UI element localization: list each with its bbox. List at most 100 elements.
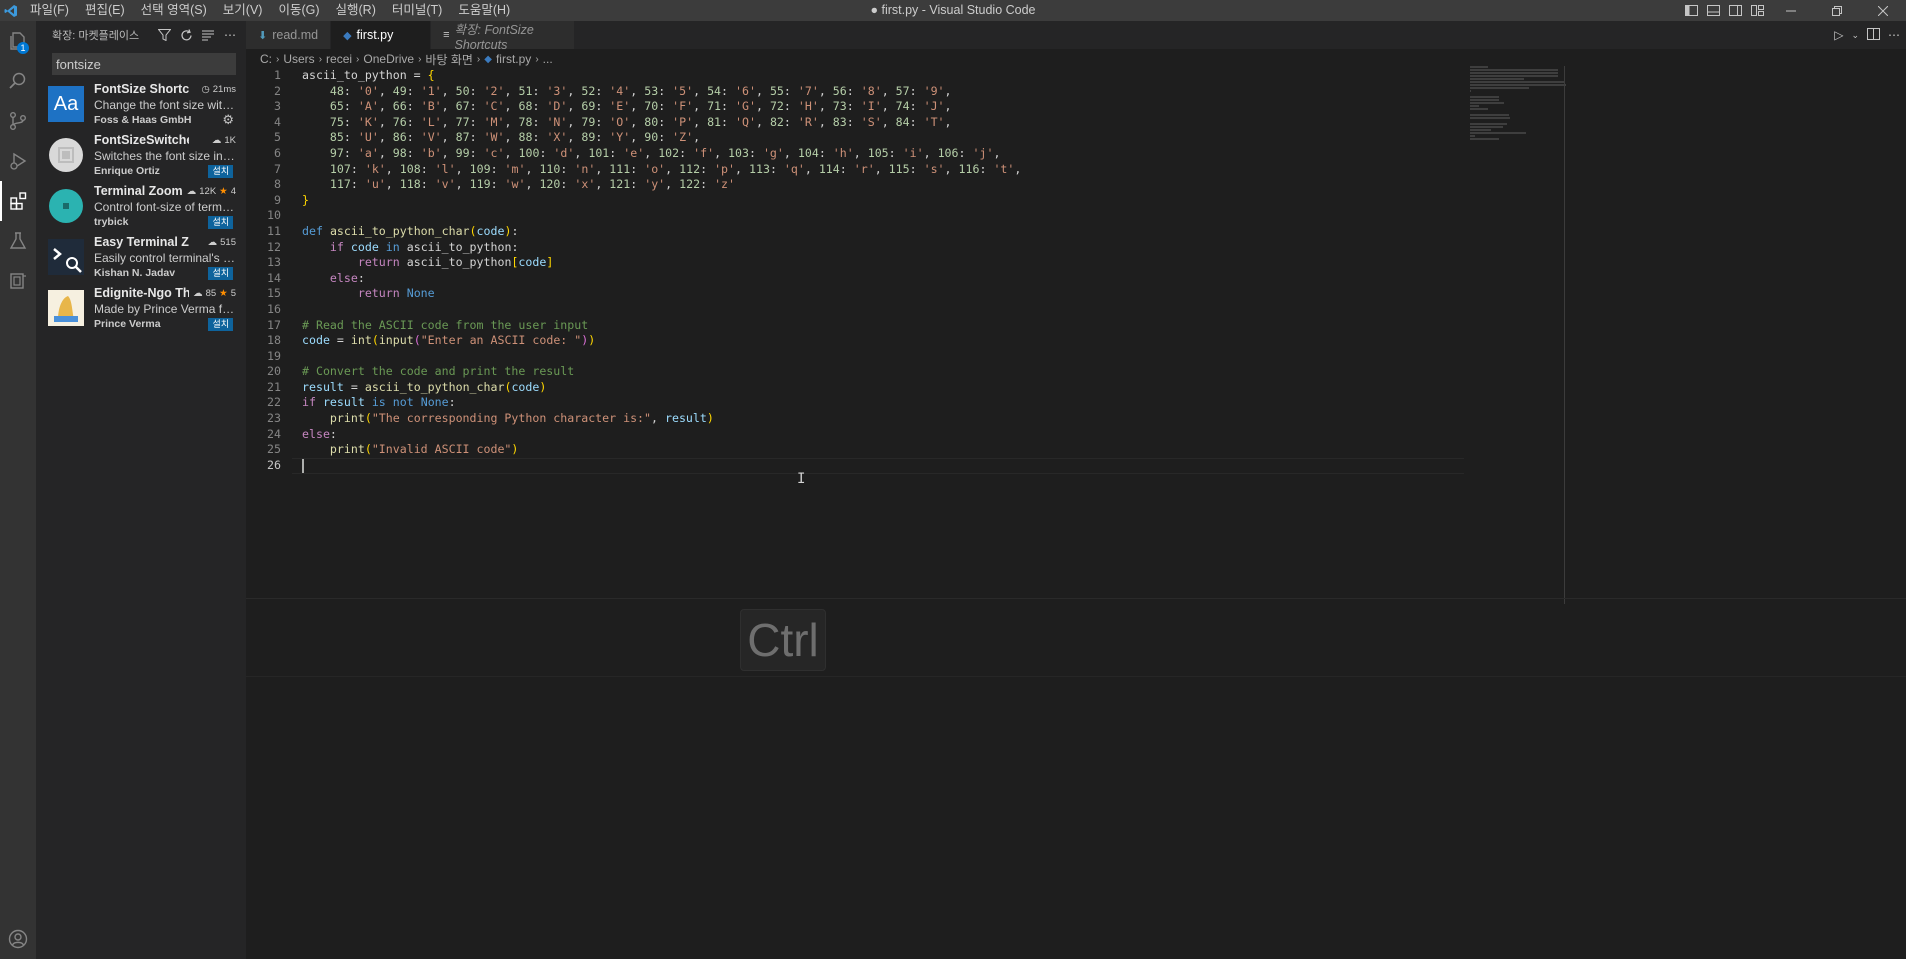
extension-search-box[interactable] xyxy=(52,53,236,75)
search-icon[interactable] xyxy=(0,61,36,101)
minimap-line xyxy=(1470,69,1559,71)
code-line[interactable]: 16 xyxy=(246,302,1716,318)
source-control-icon[interactable] xyxy=(0,101,36,141)
menu-item[interactable]: 파일(F) xyxy=(22,0,77,21)
extension-list-item[interactable]: Terminal Zoom ☁ 12K ★ 4 Control font-size of … xyxy=(36,181,246,232)
code-line[interactable]: 19 xyxy=(246,349,1716,365)
install-button[interactable]: 설치 xyxy=(208,216,233,229)
extension-list-item[interactable]: Aa FontSize Shortcuts ◷21ms Change the font… xyxy=(36,79,246,130)
code-editor[interactable]: 1 ascii_to_python = {2 48: '0', 49: '1', … xyxy=(246,68,1716,474)
minimize-icon[interactable] xyxy=(1768,0,1814,21)
code-line[interactable]: 11 def ascii_to_python_char(code): xyxy=(246,224,1716,240)
close-icon[interactable] xyxy=(1860,0,1906,21)
menu-item[interactable]: 실행(R) xyxy=(328,0,384,21)
code-line[interactable]: 15 return None xyxy=(246,286,1716,302)
minimap[interactable] xyxy=(1470,66,1570,140)
breadcrumb-item[interactable]: C: xyxy=(260,52,272,66)
code-line[interactable]: 24 else: xyxy=(246,427,1716,443)
install-button[interactable]: 설치 xyxy=(208,267,233,280)
code-line[interactable]: 9} xyxy=(246,193,1716,209)
menu-bar: 파일(F) 편집(E) 선택 영역(S) 보기(V) 이동(G) 실행(R) 터미널(T) 도… xyxy=(22,0,518,21)
breadcrumb-item[interactable]: 바탕 화면 xyxy=(425,51,473,68)
code-text: code = int(input("Enter an ASCII code: "… xyxy=(302,333,596,348)
code-text: return None xyxy=(357,286,435,301)
toggle-secondary-sidebar-icon[interactable] xyxy=(1724,0,1746,21)
toggle-primary-sidebar-icon[interactable] xyxy=(1680,0,1702,21)
clear-results-icon[interactable] xyxy=(200,27,216,43)
more-actions-icon[interactable]: ⋯ xyxy=(222,27,238,43)
tab-first-py[interactable]: ◆ first.py xyxy=(331,21,432,49)
more-actions-icon[interactable]: ⋯ xyxy=(1888,28,1900,42)
code-line[interactable]: 12 if code in ascii_to_python: xyxy=(246,240,1716,256)
menu-item[interactable]: 편집(E) xyxy=(77,0,133,21)
minimap-line xyxy=(1470,105,1479,107)
code-line[interactable]: 21 result = ascii_to_python_char(code) xyxy=(246,380,1716,396)
code-line[interactable]: 14 else: xyxy=(246,271,1716,287)
toggle-panel-icon[interactable] xyxy=(1702,0,1724,21)
explorer-badge: 1 xyxy=(17,42,29,54)
accounts-icon[interactable] xyxy=(0,919,36,959)
extension-description: Made by Prince Verma for E... xyxy=(94,302,236,316)
breadcrumb-separator-icon: › xyxy=(535,53,539,65)
filter-icon[interactable] xyxy=(156,27,172,43)
code-line[interactable]: 7 107: 'k', 108: 'l', 109: 'm', 110: 'n'… xyxy=(246,162,1716,178)
breadcrumb-item[interactable]: ... xyxy=(543,52,553,66)
breadcrumb-item[interactable]: recei xyxy=(326,52,352,66)
manage-gear-icon[interactable]: ⚙ xyxy=(222,112,234,128)
extension-logo-icon xyxy=(48,290,84,326)
menu-item[interactable]: 선택 영역(S) xyxy=(133,0,215,21)
code-line[interactable]: 10 xyxy=(246,208,1716,224)
extension-list-item[interactable]: FontSizeSwitcher ☁ 1K Switches the font siz… xyxy=(36,130,246,181)
code-text: 97: 'a', 98: 'b', 99: 'c', 100: 'd', 101… xyxy=(329,145,1001,160)
code-text: 117: 'u', 118: 'v', 119: 'w', 120: 'x', … xyxy=(329,177,736,192)
run-dropdown-chevron-icon[interactable]: ⌄ xyxy=(1851,30,1859,41)
extension-preview-icon: ≡ xyxy=(443,29,450,41)
code-line[interactable]: 22 if result is not None: xyxy=(246,395,1716,411)
minimap-line xyxy=(1470,129,1491,131)
extensions-icon[interactable] xyxy=(0,181,36,221)
extension-list-item[interactable]: Edignite-Ngo Th... ☁85★5 Made by Prince Ve… xyxy=(36,283,246,334)
breadcrumb-item[interactable]: Users xyxy=(283,52,314,66)
code-line[interactable]: 23 print("The corresponding Python chara… xyxy=(246,411,1716,427)
code-line[interactable]: 18 code = int(input("Enter an ASCII code:… xyxy=(246,333,1716,349)
minimap-line xyxy=(1470,87,1529,89)
extension-rating: 5 xyxy=(230,288,236,299)
extension-stat-value: 85 xyxy=(205,288,217,299)
code-line[interactable]: 8 117: 'u', 118: 'v', 119: 'w', 120: 'x'… xyxy=(246,177,1716,193)
download-icon: ☁ xyxy=(211,135,222,146)
code-line[interactable]: 26 xyxy=(246,457,1716,474)
menu-item[interactable]: 보기(V) xyxy=(215,0,271,21)
remote-explorer-icon[interactable] xyxy=(0,261,36,301)
testing-icon[interactable] xyxy=(0,221,36,261)
vertical-scrollbar[interactable] xyxy=(1564,66,1565,604)
code-line[interactable]: 6 97: 'a', 98: 'b', 99: 'c', 100: 'd', 1… xyxy=(246,146,1716,162)
explorer-icon[interactable]: 1 xyxy=(0,21,36,61)
install-button[interactable]: 설치 xyxy=(208,165,233,178)
customize-layout-icon[interactable] xyxy=(1746,0,1768,21)
mouse-ibeam-cursor-icon: I xyxy=(797,471,806,487)
tab-extension-fontsize-shortcuts[interactable]: ≡ 확장: FontSize Shortcuts xyxy=(431,21,576,52)
minimap-line xyxy=(1470,81,1565,83)
line-number: 10 xyxy=(267,208,281,223)
code-text: 75: 'K', 76: 'L', 77: 'M', 78: 'N', 79: … xyxy=(329,114,952,129)
extension-search-input[interactable] xyxy=(53,56,235,72)
breadcrumb-item[interactable]: OneDrive xyxy=(363,52,414,66)
refresh-icon[interactable] xyxy=(178,27,194,43)
code-line[interactable]: 17 # Read the ASCII code from the user in… xyxy=(246,318,1716,334)
menu-item[interactable]: 터미널(T) xyxy=(384,0,450,21)
code-line[interactable]: 13 return ascii_to_python[code] xyxy=(246,255,1716,271)
split-editor-icon[interactable] xyxy=(1867,27,1880,43)
code-line[interactable]: 20 # Convert the code and print the resul… xyxy=(246,364,1716,380)
run-debug-icon[interactable] xyxy=(0,141,36,181)
tab-read-md[interactable]: ⬇ read.md xyxy=(246,21,332,49)
extension-list-item[interactable]: Easy Terminal Zoom ☁515 Easily control ter… xyxy=(36,232,246,283)
extension-stats: ☁ 12K ★ 4 xyxy=(187,186,236,197)
install-button[interactable]: 설치 xyxy=(208,318,233,331)
line-number: 8 xyxy=(274,177,281,192)
extension-description: Control font-size of terminal xyxy=(94,200,236,214)
run-python-file-icon[interactable]: ▷ xyxy=(1834,28,1843,42)
menu-item[interactable]: 이동(G) xyxy=(270,0,327,21)
restore-icon[interactable] xyxy=(1814,0,1860,21)
breadcrumb-item[interactable]: first.py xyxy=(496,52,531,66)
code-line[interactable]: 25 print("Invalid ASCII code") xyxy=(246,442,1716,458)
